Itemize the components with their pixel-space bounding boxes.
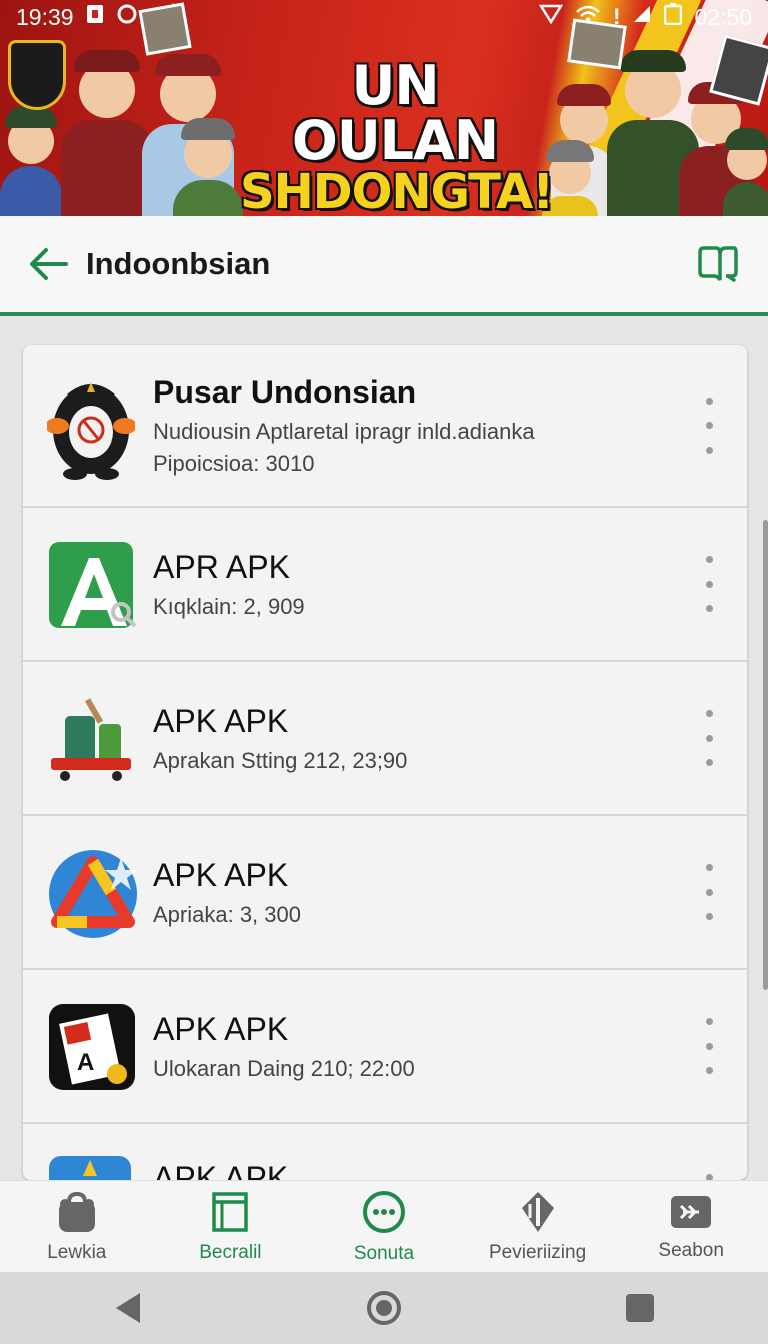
app-icon-triangle [47, 848, 137, 938]
promo-banner[interactable]: 19:39 6 ⁑ ! 02:50 [0, 0, 768, 216]
list-item[interactable]: A APK APK Ulokaran Daing 210; 22:00 [23, 970, 747, 1124]
more-options-button[interactable] [697, 1170, 721, 1180]
more-options-button[interactable] [697, 860, 721, 924]
app-description: Nudiousin Aptlaretal ipragr inld.adianka [153, 419, 535, 444]
battery-icon [664, 3, 683, 31]
scrollbar[interactable] [763, 520, 768, 990]
nav-label: Sonuta [353, 1242, 415, 1264]
app-name: APK APK [153, 702, 289, 739]
nav-label: Pevieriizing [489, 1241, 587, 1263]
svg-text:A: A [77, 1049, 94, 1076]
list-item[interactable]: APK APK [23, 1124, 747, 1180]
app-list: Pusar Undonsian Nudiousin Aptlaretal ipr… [23, 345, 747, 1180]
chat-icon [362, 1190, 405, 1233]
banner-title-line1: UN OULAN [291, 54, 499, 173]
system-navigation-bar [0, 1272, 768, 1344]
more-options-button[interactable] [697, 706, 721, 770]
signal-icon [632, 4, 652, 30]
app-meta: Kıqklain: 2, 909 [153, 593, 305, 619]
list-item[interactable]: Pusar Undonsian Nudiousin Aptlaretal ipr… [23, 345, 747, 508]
banner-headline: UN OULAN SHDONGTA! [240, 54, 554, 216]
app-toolbar: Indoonbsian [0, 216, 768, 316]
emblem-logo [8, 40, 66, 110]
banner-photo-thumb [138, 2, 192, 56]
nav-item-becralil[interactable]: Becralil [154, 1181, 308, 1272]
nav-item-lewkia[interactable]: Lewkia [0, 1181, 154, 1272]
notification-icon [86, 4, 104, 30]
more-options-button[interactable] [697, 1014, 721, 1078]
nav-item-seabon[interactable]: Seabon [614, 1181, 768, 1272]
sync-icon [116, 4, 138, 30]
system-home-button[interactable] [354, 1278, 414, 1338]
banner-photo-thumb-right [567, 18, 627, 70]
app-icon-mascot [45, 381, 137, 480]
app-icon-luggage-cart [47, 694, 135, 782]
status-time-left: 19:39 [16, 3, 74, 30]
app-icon-partial [47, 1154, 135, 1180]
pen-icon [521, 1191, 554, 1232]
app-name: APK APK [153, 1010, 289, 1047]
forward-icon [671, 1195, 712, 1228]
arrow-left-icon [30, 248, 68, 280]
more-options-button[interactable] [697, 552, 721, 616]
vpn-icon [538, 4, 564, 30]
more-options-button[interactable] [697, 394, 721, 458]
status-time-right: 02:50 [694, 3, 752, 30]
list-item[interactable]: APK APK Aprakan Stting 212, 23;90 [23, 662, 747, 816]
nav-item-sonuta[interactable]: Sonuta [307, 1181, 461, 1272]
system-back-button[interactable] [98, 1278, 158, 1338]
calendar-icon [212, 1191, 249, 1232]
square-recents-icon [626, 1294, 654, 1322]
page-title: Indoonbsian [86, 246, 271, 281]
book-icon [698, 246, 738, 282]
app-name: APR APK [153, 548, 290, 585]
app-meta: Ulokaran Daing 210; 22:00 [153, 1055, 415, 1081]
system-recents-button[interactable] [610, 1278, 670, 1338]
app-icon-green-a [47, 540, 137, 628]
nav-item-pevieriizing[interactable]: Pevieriizing [461, 1181, 615, 1272]
status-bar: 19:39 6 ⁑ ! 02:50 [0, 0, 768, 34]
banner-character [170, 118, 246, 216]
app-meta: Pipoicsioa: 3010 [153, 451, 315, 476]
back-button[interactable] [26, 242, 70, 286]
nav-label: Seabon [658, 1239, 724, 1261]
circle-home-icon [367, 1291, 401, 1325]
banner-character [722, 128, 768, 216]
nav-label: Lewkia [47, 1241, 107, 1263]
app-name: APK APK [153, 856, 289, 893]
app-name: Pusar Undonsian [153, 374, 417, 410]
nav-label: Becralil [199, 1241, 262, 1263]
list-item[interactable]: APK APK Apriaka: 3, 300 [23, 816, 747, 970]
triangle-back-icon [116, 1293, 140, 1323]
app-icon-card-a: A [47, 1002, 135, 1090]
banner-title-line2: SHDONGTA! [240, 164, 554, 216]
list-item[interactable]: APR APK Kıqklain: 2, 909 [23, 508, 747, 662]
open-book-button[interactable] [694, 240, 742, 288]
app-meta: Aprakan Stting 212, 23;90 [153, 747, 408, 773]
bottom-navigation: Lewkia Becralil Sonuta Pevieriizing Seab… [0, 1180, 768, 1272]
bag-icon [58, 1191, 95, 1232]
app-name: APK APK [153, 1160, 289, 1180]
app-meta: Apriaka: 3, 300 [153, 901, 301, 927]
